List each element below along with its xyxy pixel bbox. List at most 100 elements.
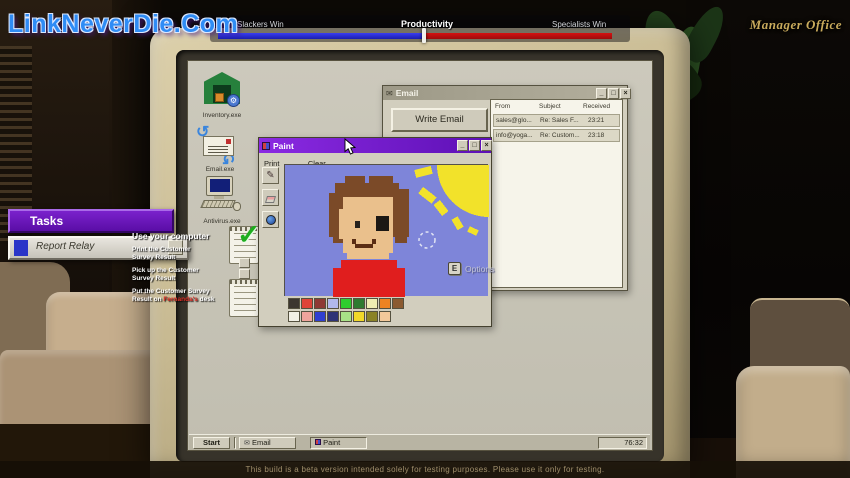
close-button[interactable]: ×	[481, 140, 492, 151]
computer-icon	[206, 176, 233, 196]
email-row[interactable]: sales@glo... Re: Sales F... 23:21	[493, 114, 620, 127]
taskbar-tab-email[interactable]: ✉ Email	[239, 437, 296, 449]
objective-panel: Use your computer Print the Customer Sur…	[132, 231, 240, 304]
palette-swatch[interactable]	[366, 298, 378, 309]
email-subject: Re: Sales F...	[540, 117, 579, 124]
key-e-icon: E	[448, 262, 461, 275]
tab-label: Paint	[323, 438, 340, 447]
eraser-icon	[265, 196, 276, 203]
step-text: Result on	[132, 296, 163, 303]
palette-swatch[interactable]	[288, 298, 300, 309]
palette-swatch[interactable]	[288, 311, 300, 322]
palette-swatch[interactable]	[353, 311, 365, 322]
email-from: info@yoga...	[496, 132, 533, 139]
start-label: Start	[203, 438, 220, 447]
palette-swatch[interactable]	[340, 311, 352, 322]
objective-step: Put the Customer Survey Result on Fernan…	[132, 288, 240, 304]
notepad-tab	[239, 258, 250, 268]
palette-swatch[interactable]	[314, 311, 326, 322]
palette-swatch[interactable]	[327, 311, 339, 322]
watermark: LinkNeverDie.Com	[8, 10, 238, 39]
step-line: Result on Fernanda's desk	[132, 296, 240, 304]
step-line: Survey Result	[132, 275, 240, 283]
palette-swatch[interactable]	[366, 311, 378, 322]
step-line: Pick up the Customer	[132, 267, 240, 275]
brush-cursor-icon	[419, 232, 435, 248]
tab-label: Email	[252, 438, 271, 447]
palette-swatch[interactable]	[379, 298, 391, 309]
paint-canvas[interactable]: E Options	[284, 164, 488, 296]
palette-swatch[interactable]	[327, 298, 339, 309]
productivity-bar-red	[424, 33, 612, 39]
paint-app-icon	[315, 439, 321, 445]
palette-swatch[interactable]	[314, 298, 326, 309]
email-row[interactable]: info@yoga... Re: Custom... 23:18	[493, 129, 620, 142]
mouse-cursor-icon	[344, 138, 356, 156]
palette-swatch[interactable]	[379, 311, 391, 322]
options-prompt-label: Options	[465, 264, 494, 274]
step-text: desk	[198, 296, 215, 303]
paint-app-icon	[262, 142, 270, 150]
maximize-button[interactable]: □	[469, 140, 480, 151]
keyboard-icon	[200, 200, 236, 208]
palette-swatch[interactable]	[340, 298, 352, 309]
write-email-button[interactable]: Write Email	[391, 108, 488, 132]
stamp	[226, 139, 231, 144]
fill-tool-button[interactable]	[262, 211, 279, 228]
pencil-icon: ✎	[266, 170, 274, 181]
productivity-label: Productivity	[390, 19, 464, 29]
palette-swatch[interactable]	[301, 298, 313, 309]
column-received: Received	[583, 103, 610, 110]
palette-row-1	[288, 298, 405, 309]
email-received: 23:21	[588, 117, 604, 124]
palette-swatch[interactable]	[301, 311, 313, 322]
objective-step: Pick up the Customer Survey Result	[132, 267, 240, 283]
mouse-icon	[233, 202, 241, 211]
options-prompt[interactable]: E Options	[448, 262, 494, 275]
palette-swatch[interactable]	[392, 298, 404, 309]
step-line: Survey Result	[132, 254, 240, 262]
envelope-icon	[203, 136, 234, 156]
start-button[interactable]: Start	[193, 437, 230, 449]
address-lines	[208, 146, 228, 154]
write-email-label: Write Email	[415, 114, 463, 125]
notepad-tab	[239, 269, 250, 279]
desktop-icon-email[interactable]: ↺ ↺ Email.exe	[196, 126, 248, 178]
email-window-title: Email	[396, 88, 419, 98]
minimize-button[interactable]: _	[457, 140, 468, 151]
taskbar-divider	[234, 437, 236, 449]
column-from: From	[495, 103, 510, 110]
task-color-tag	[14, 240, 28, 256]
paint-window-title: Paint	[273, 141, 294, 151]
tasks-panel-header: Tasks	[8, 209, 174, 233]
column-subject: Subject	[539, 103, 561, 110]
pixel-art-drawing	[285, 165, 489, 297]
email-icon: ✉	[386, 89, 393, 98]
paint-window: Paint _ □ × Print Clear ✎	[258, 137, 492, 327]
maximize-button[interactable]: □	[608, 88, 619, 99]
pencil-tool-button[interactable]: ✎	[262, 167, 279, 184]
gear-icon: ⚙	[227, 94, 240, 107]
objective-step: Print the Customer Survey Result	[132, 246, 240, 262]
minimize-button[interactable]: _	[596, 88, 607, 99]
icon-label: Email.exe	[188, 166, 252, 173]
task-item-label: Report Relay	[36, 241, 94, 252]
step-line: Put the Customer Survey	[132, 288, 240, 296]
palette-swatch[interactable]	[353, 298, 365, 309]
email-received: 23:18	[588, 132, 604, 139]
email-subject: Re: Custom...	[540, 132, 580, 139]
location-label: Manager Office	[730, 16, 842, 34]
taskbar: Start ✉ Email Paint 76:32	[189, 434, 650, 450]
productivity-bar-blue	[218, 33, 424, 39]
close-button[interactable]: ×	[620, 88, 631, 99]
email-from: sales@glo...	[496, 117, 532, 124]
email-window-titlebar[interactable]: ✉ Email	[383, 86, 627, 100]
monitor-stand	[214, 196, 224, 199]
beta-banner: This build is a beta version intended so…	[0, 461, 850, 478]
desktop-icon-inventory[interactable]: ⚙ Inventory.exe	[200, 72, 244, 124]
email-icon: ✉	[244, 440, 250, 447]
eraser-tool-button[interactable]	[262, 189, 279, 206]
taskbar-tab-paint[interactable]: Paint	[310, 437, 367, 449]
crate-icon	[215, 93, 224, 102]
slackers-win-label: Slackers Win	[237, 20, 284, 29]
